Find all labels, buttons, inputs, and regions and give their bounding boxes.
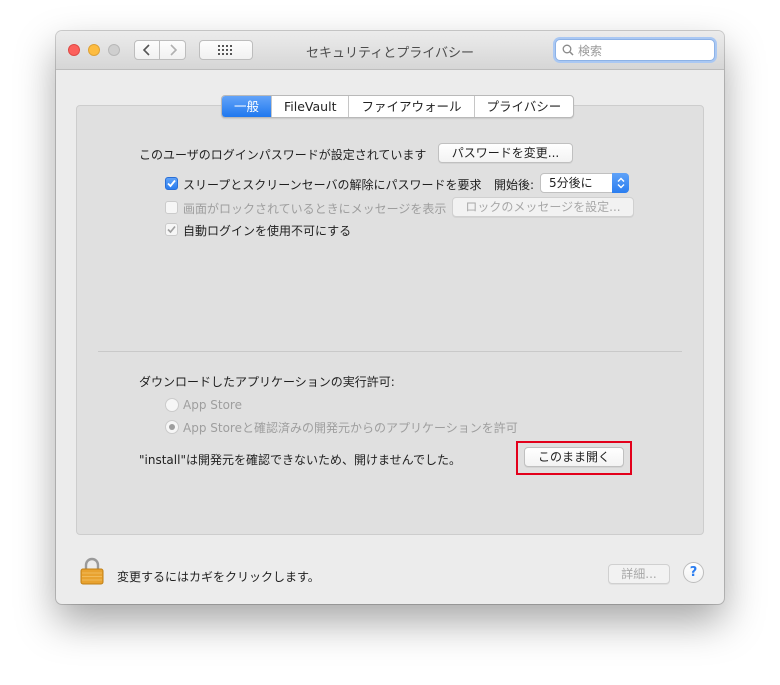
radio-selected-dot	[169, 424, 175, 430]
window-title: セキュリティとプライバシー	[306, 46, 474, 61]
forward-button[interactable]	[160, 40, 186, 60]
title-bar: セキュリティとプライバシー 検索	[56, 31, 724, 70]
change-password-button[interactable]: パスワードを変更...	[438, 143, 573, 163]
disable-autologin-checkbox[interactable]	[165, 223, 178, 236]
disable-autologin-label: 自動ログインを使用不可にする	[183, 224, 352, 238]
radio-app-store-label: App Store	[183, 398, 242, 412]
lock-icon[interactable]	[80, 557, 104, 585]
lock-text: 変更するにはカギをクリックします。	[117, 570, 320, 584]
close-window-button[interactable]	[68, 44, 80, 56]
set-lock-message-button[interactable]: ロックのメッセージを設定...	[452, 197, 634, 217]
password-set-text: このユーザのログインパスワードが設定されています	[139, 148, 427, 162]
downloads-heading: ダウンロードしたアプリケーションの実行許可:	[139, 375, 395, 389]
tab-general[interactable]: 一般	[222, 96, 272, 117]
require-password-checkbox[interactable]	[165, 177, 178, 190]
checkmark-icon	[167, 179, 176, 188]
chevron-left-icon	[142, 44, 150, 56]
require-delay-select[interactable]: 5分後に	[540, 173, 629, 193]
minimize-window-button[interactable]	[88, 44, 100, 56]
radio-app-store[interactable]	[165, 398, 179, 412]
search-placeholder: 検索	[578, 43, 603, 58]
show-all-button[interactable]	[199, 40, 253, 60]
section-divider	[98, 351, 682, 352]
back-button[interactable]	[134, 40, 160, 60]
grid-icon	[218, 45, 232, 55]
tab-bar: 一般 FileVault ファイアウォール プライバシー	[221, 95, 575, 118]
show-message-checkbox[interactable]	[165, 201, 178, 214]
search-field[interactable]: 検索	[555, 39, 715, 61]
highlight-box	[516, 441, 632, 475]
search-icon	[562, 44, 574, 56]
zoom-window-button[interactable]	[108, 44, 120, 56]
tab-firewall[interactable]: ファイアウォール	[348, 96, 473, 117]
radio-identified-developers[interactable]	[165, 420, 179, 434]
require-password-label: スリープとスクリーンセーバの解除にパスワードを要求	[183, 178, 482, 192]
blocked-app-message: "install"は開発元を確認できないため、開けませんでした。	[139, 453, 461, 467]
show-message-label: 画面がロックされているときにメッセージを表示	[183, 202, 447, 216]
require-delay-value: 5分後に	[549, 176, 593, 190]
tab-filevault[interactable]: FileVault	[271, 96, 348, 117]
tab-privacy[interactable]: プライバシー	[473, 96, 574, 117]
chevron-right-icon	[169, 44, 177, 56]
after-label: 開始後:	[494, 178, 535, 192]
help-button[interactable]: ?	[683, 562, 704, 583]
advanced-button[interactable]: 詳細...	[608, 564, 670, 584]
select-stepper-icon	[612, 173, 629, 193]
radio-identified-label: App Storeと確認済みの開発元からのアプリケーションを許可	[183, 421, 518, 435]
preferences-window: セキュリティとプライバシー 検索 一般 FileVault ファイアウォール プ…	[56, 31, 724, 604]
checkmark-icon	[167, 225, 176, 234]
